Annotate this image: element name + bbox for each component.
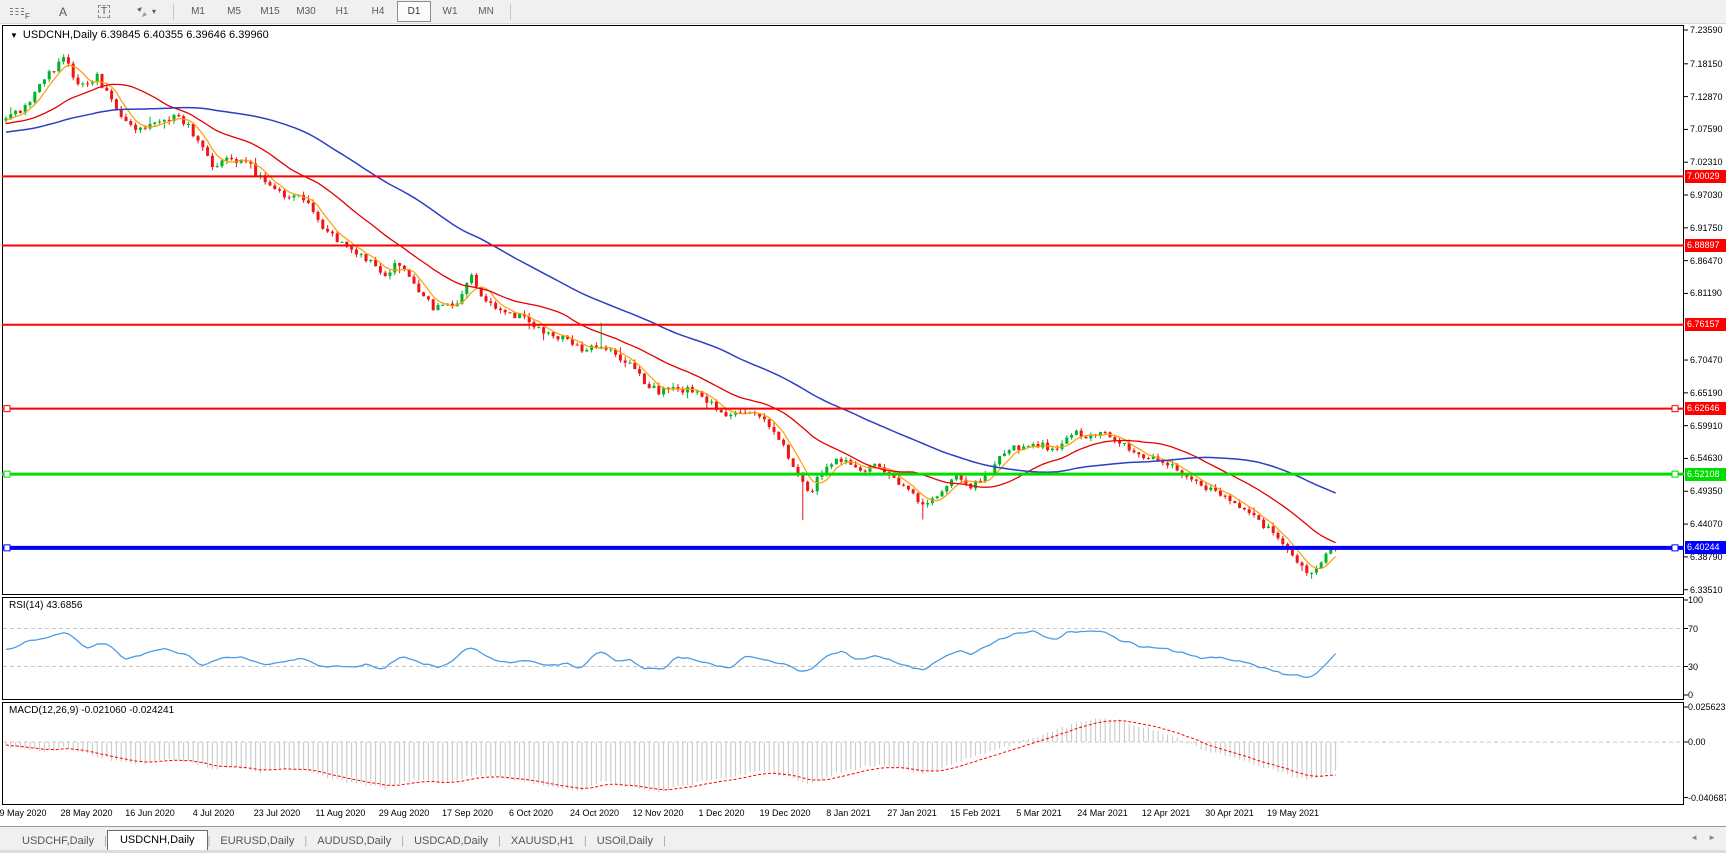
date-tick-label: 19 May 2021	[1267, 808, 1319, 818]
date-tick-label: 4 Jul 2020	[193, 808, 235, 818]
chart-tab-usdchf[interactable]: USDCHF,Daily	[12, 832, 104, 851]
price-tick-label: 7.07590	[1690, 124, 1723, 134]
mt4-window: F A T ▾ M1M5M15M30H1H4D1W1MN ▼ USDCNH,Dai…	[0, 0, 1726, 853]
macd-panel[interactable]	[2, 702, 1684, 805]
low-value: 6.39646	[186, 29, 226, 41]
timeframe-buttons: M1M5M15M30H1H4D1W1MN	[180, 1, 504, 22]
date-tick-label: 19 Dec 2020	[759, 808, 810, 818]
date-tick-label: 12 Nov 2020	[632, 808, 683, 818]
dropdown-caret-icon: ▾	[152, 7, 156, 16]
timeframe-button-h4[interactable]: H4	[361, 1, 395, 22]
arrows-tool-button[interactable]: ▾	[129, 1, 162, 22]
level-price-badge: 6.88897	[1685, 239, 1726, 252]
price-tick-label: 6.54630	[1690, 453, 1723, 463]
text-tool-icon: T	[98, 5, 110, 18]
date-tick-label: 24 Oct 2020	[570, 808, 619, 818]
date-tick-label: 5 Mar 2021	[1016, 808, 1062, 818]
timeframe-button-d1[interactable]: D1	[397, 1, 431, 22]
fibonacci-tool-button[interactable]: F	[4, 1, 36, 22]
date-tick-label: 1 Dec 2020	[698, 808, 744, 818]
price-chart-panel[interactable]	[2, 25, 1684, 595]
price-tick-label: 7.18150	[1690, 59, 1723, 69]
tab-scroll-arrows: ◄ ►	[1690, 833, 1716, 842]
tab-separator: |	[663, 835, 666, 851]
rsi-indicator-label: RSI(14) 43.6856	[9, 600, 82, 611]
rsi-tick-label: 100	[1688, 595, 1703, 605]
price-tick-label: 7.12870	[1690, 92, 1723, 102]
date-tick-label: 6 Oct 2020	[509, 808, 553, 818]
level-price-badge: 6.40244	[1685, 541, 1726, 554]
date-tick-label: 11 Aug 2020	[316, 808, 366, 818]
tab-scroll-right-arrow[interactable]: ►	[1708, 833, 1716, 842]
price-tick-label: 6.81190	[1690, 288, 1722, 298]
arrows-icon	[135, 6, 149, 18]
date-tick-label: 27 Jan 2021	[887, 808, 937, 818]
macd-indicator-label: MACD(12,26,9) -0.021060 -0.024241	[9, 705, 174, 716]
price-tick-label: 6.49350	[1690, 486, 1723, 496]
price-tick-label: 7.23590	[1690, 25, 1723, 35]
chart-title: ▼ USDCNH,Daily 6.39845 6.40355 6.39646 6.…	[10, 29, 269, 41]
date-tick-label: 15 Feb 2021	[950, 808, 1001, 818]
macd-tick-label: 0.025623	[1688, 702, 1726, 712]
level-price-badge: 7.00029	[1685, 170, 1726, 183]
date-tick-label: 17 Sep 2020	[442, 808, 493, 818]
timeframe-button-m15[interactable]: M15	[253, 1, 287, 22]
date-tick-label: 16 Jun 2020	[125, 808, 175, 818]
label-tool-icon: A	[59, 5, 67, 19]
date-tick-label: 8 Jan 2021	[826, 808, 871, 818]
timeframe-button-h1[interactable]: H1	[325, 1, 359, 22]
rsi-tick-label: 0	[1688, 690, 1693, 700]
chart-tab-usdcad[interactable]: USDCAD,Daily	[404, 832, 498, 851]
price-tick-label: 6.70470	[1690, 355, 1723, 365]
chart-tab-audusd[interactable]: AUDUSD,Daily	[307, 832, 401, 851]
timeframe-button-mn[interactable]: MN	[469, 1, 503, 22]
chart-tab-xauusd[interactable]: XAUUSD,H1	[501, 832, 584, 851]
toolbar-separator	[510, 4, 511, 20]
label-tool-button[interactable]: A	[47, 1, 79, 22]
level-price-badge: 6.76157	[1685, 318, 1726, 331]
date-tick-label: 30 Apr 2021	[1205, 808, 1254, 818]
price-tick-label: 6.97030	[1690, 190, 1723, 200]
level-price-badge: 6.62646	[1685, 402, 1726, 415]
symbol-period-label: USDCNH,Daily	[23, 29, 98, 41]
chart-tab-usoil[interactable]: USOil,Daily	[587, 832, 663, 851]
chart-tab-bar: USDCHF,Daily|USDCNH,Daily|EURUSD,Daily|A…	[0, 826, 1726, 851]
collapse-icon: ▼	[10, 31, 18, 40]
price-tick-label: 6.44070	[1690, 519, 1723, 529]
macd-tick-label: -0.040687	[1688, 793, 1726, 803]
date-tick-label: 23 Jul 2020	[254, 808, 301, 818]
open-value: 6.39845	[101, 29, 141, 41]
price-tick-label: 6.91750	[1690, 223, 1723, 233]
date-tick-label: 29 Aug 2020	[379, 808, 430, 818]
chart-tab-eurusd[interactable]: EURUSD,Daily	[210, 832, 304, 851]
chart-tab-usdcnh[interactable]: USDCNH,Daily	[107, 830, 208, 851]
rsi-panel[interactable]	[2, 597, 1684, 700]
date-tick-label: 12 Apr 2021	[1142, 808, 1191, 818]
date-tick-label: 24 Mar 2021	[1077, 808, 1128, 818]
text-tool-button[interactable]: T	[88, 1, 120, 22]
price-tick-label: 7.02310	[1690, 157, 1723, 167]
fibonacci-icon-letter: F	[25, 12, 30, 21]
price-tick-label: 6.33510	[1690, 585, 1723, 595]
fibonacci-icon	[10, 8, 24, 15]
toolbar-separator	[173, 4, 174, 20]
toolbar: F A T ▾ M1M5M15M30H1H4D1W1MN	[0, 0, 1726, 24]
price-tick-label: 6.59910	[1690, 421, 1723, 431]
tab-scroll-left-arrow[interactable]: ◄	[1690, 833, 1698, 842]
rsi-tick-label: 70	[1688, 624, 1698, 634]
date-tick-label: 9 May 2020	[0, 808, 47, 818]
close-value: 6.39960	[229, 29, 269, 41]
timeframe-button-m1[interactable]: M1	[181, 1, 215, 22]
timeframe-button-w1[interactable]: W1	[433, 1, 467, 22]
timeframe-button-m5[interactable]: M5	[217, 1, 251, 22]
macd-tick-label: 0.00	[1688, 737, 1706, 747]
high-value: 6.40355	[143, 29, 183, 41]
date-tick-label: 28 May 2020	[60, 808, 112, 818]
price-tick-label: 6.65190	[1690, 388, 1723, 398]
rsi-tick-label: 30	[1688, 662, 1698, 672]
price-tick-label: 6.86470	[1690, 256, 1723, 266]
timeframe-button-m30[interactable]: M30	[289, 1, 323, 22]
level-price-badge: 6.52108	[1685, 468, 1726, 481]
